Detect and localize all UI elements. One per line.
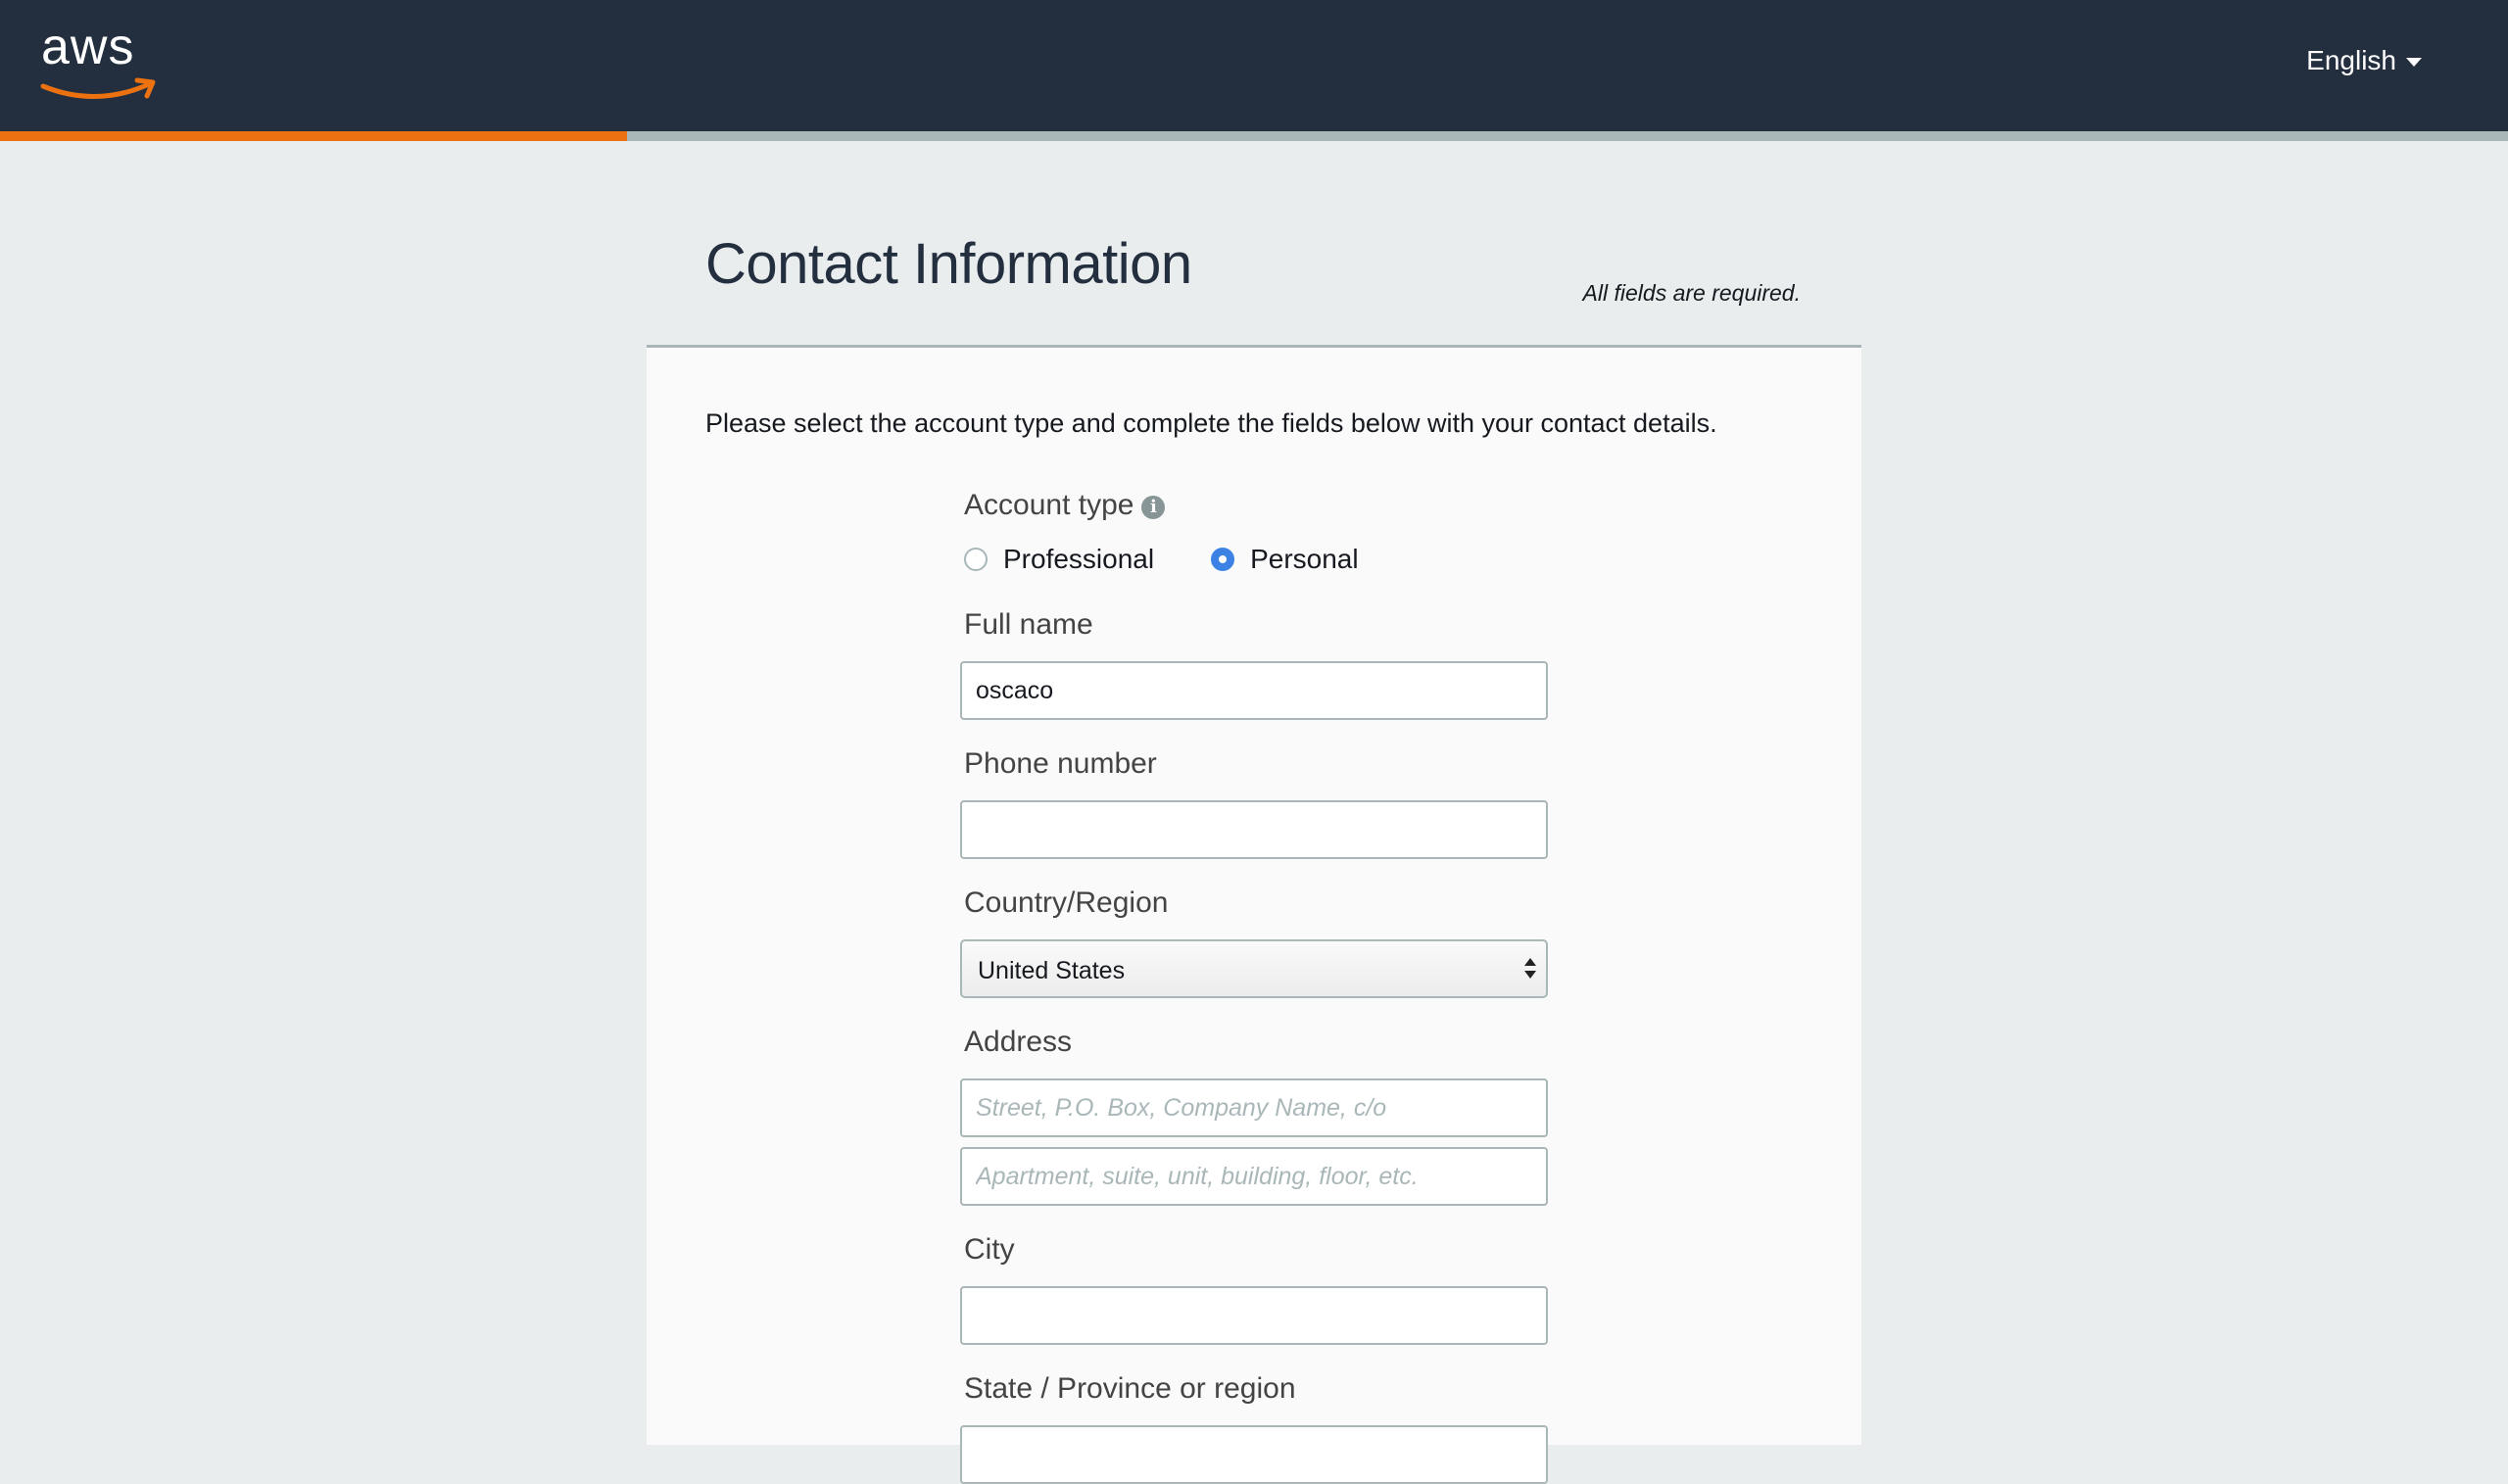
phone-number-input[interactable] <box>960 800 1548 859</box>
radio-personal-label: Personal <box>1250 544 1359 574</box>
page-title: Contact Information <box>705 232 1192 296</box>
account-type-label-text: Account type <box>964 489 1134 521</box>
caret-down-icon <box>2406 57 2422 67</box>
radio-option-personal[interactable]: Personal <box>1211 544 1359 575</box>
info-icon[interactable]: i <box>1141 496 1166 519</box>
select-arrows-icon <box>1524 957 1536 982</box>
intro-text: Please select the account type and compl… <box>705 408 1717 438</box>
signup-progress-bar <box>0 131 2508 141</box>
state-province-input[interactable] <box>960 1425 1548 1484</box>
country-selected-value: United States <box>978 957 1126 984</box>
address-line1-input[interactable] <box>960 1078 1548 1137</box>
radio-option-professional[interactable]: Professional <box>964 544 1154 575</box>
address-label: Address <box>964 1026 1073 1058</box>
state-province-label: State / Province or region <box>964 1372 1296 1405</box>
country-region-select[interactable]: United States <box>960 939 1548 998</box>
aws-smile-icon <box>40 77 156 99</box>
radio-professional-label: Professional <box>1003 544 1155 574</box>
full-name-input[interactable] <box>960 661 1548 720</box>
language-selector[interactable]: English <box>2306 45 2422 76</box>
radio-professional[interactable] <box>964 548 988 571</box>
radio-personal[interactable] <box>1211 548 1235 571</box>
top-header: aws English <box>0 0 2508 131</box>
required-fields-note: All fields are required. <box>1582 280 1801 306</box>
city-input[interactable] <box>960 1286 1548 1345</box>
address-line2-input[interactable] <box>960 1147 1548 1206</box>
full-name-label: Full name <box>964 608 1093 641</box>
account-type-label: Account type i <box>964 489 1166 522</box>
city-label: City <box>964 1233 1015 1266</box>
aws-logo-text: aws <box>41 19 135 75</box>
contact-form-card: Please select the account type and compl… <box>647 345 1861 1484</box>
progress-fill <box>0 131 627 141</box>
language-label: English <box>2306 45 2396 75</box>
card-header: Contact Information All fields are requi… <box>647 141 1861 345</box>
country-region-label: Country/Region <box>964 886 1169 919</box>
account-type-radio-group: Professional Personal <box>964 544 1359 575</box>
phone-number-label: Phone number <box>964 747 1157 780</box>
aws-logo[interactable]: aws <box>39 19 157 108</box>
